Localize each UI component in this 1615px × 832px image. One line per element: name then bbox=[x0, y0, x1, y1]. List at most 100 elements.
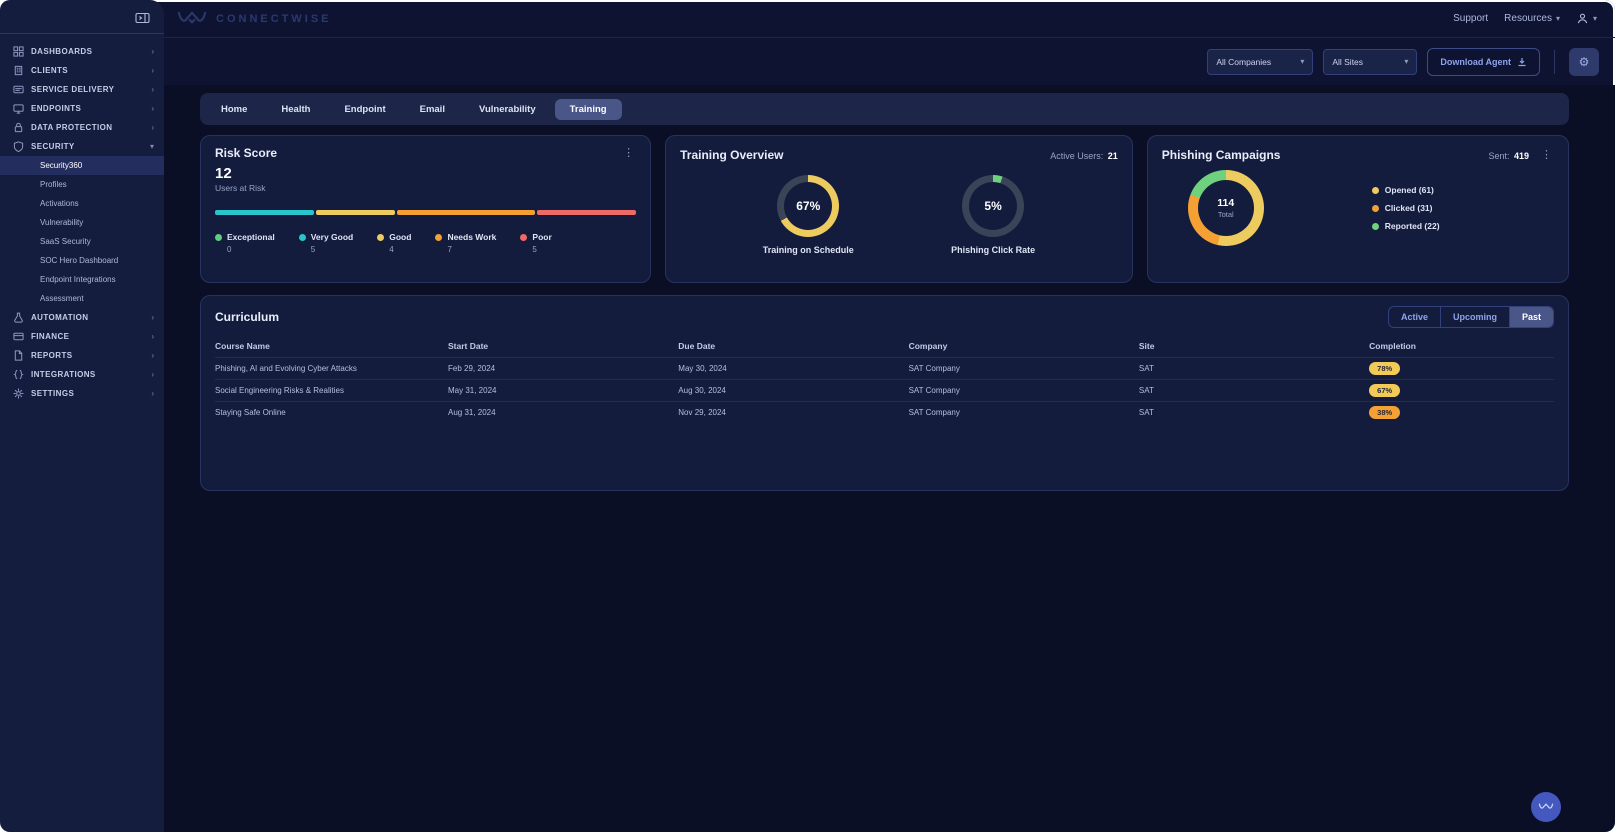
column-header-site: Site bbox=[1139, 336, 1369, 357]
chevron-right-icon: › bbox=[151, 66, 154, 75]
cell-site: SAT bbox=[1139, 408, 1369, 417]
tab-health[interactable]: Health bbox=[266, 99, 325, 120]
collapse-sidebar-icon[interactable] bbox=[135, 12, 150, 24]
endpoints-icon bbox=[13, 103, 24, 114]
sidebar-item-dashboards[interactable]: DASHBOARDS› bbox=[0, 42, 164, 61]
risk-bar-segment-good bbox=[316, 210, 395, 215]
card-title: Training Overview bbox=[680, 148, 783, 162]
legend-value: 0 bbox=[227, 245, 275, 254]
curriculum-card: Curriculum ActiveUpcomingPast Course Nam… bbox=[200, 295, 1569, 491]
legend-label: Reported (22) bbox=[1385, 221, 1440, 231]
risk-legend-item-good: Good4 bbox=[377, 232, 411, 254]
sidebar-item-integrations[interactable]: INTEGRATIONS› bbox=[0, 365, 164, 384]
clients-icon bbox=[13, 65, 24, 76]
column-header-start-date: Start Date bbox=[448, 336, 678, 357]
resources-menu[interactable]: Resources▾ bbox=[1504, 13, 1560, 24]
filter-button-upcoming[interactable]: Upcoming bbox=[1440, 307, 1509, 327]
sidebar-subitem-soc-hero-dashboard[interactable]: SOC Hero Dashboard bbox=[0, 251, 164, 270]
sidebar-item-automation[interactable]: AUTOMATION› bbox=[0, 308, 164, 327]
sidebar-item-clients[interactable]: CLIENTS › bbox=[0, 61, 164, 80]
sidebar-item-label: SETTINGS bbox=[31, 389, 144, 398]
legend-dot-icon bbox=[1372, 223, 1379, 230]
chat-fab-button[interactable] bbox=[1531, 792, 1561, 822]
sidebar-item-label: SERVICE DELIVERY bbox=[31, 85, 144, 94]
chevron-right-icon: › bbox=[151, 104, 154, 113]
sidebar-subitem-profiles[interactable]: Profiles bbox=[0, 175, 164, 194]
legend-dot-icon bbox=[299, 234, 306, 241]
phishing-campaigns-card: Phishing Campaigns Sent: 419 ⋮ 114 bbox=[1147, 135, 1569, 283]
legend-value: 4 bbox=[389, 245, 411, 254]
donut-label: Training on Schedule bbox=[763, 245, 854, 255]
completion-badge: 38% bbox=[1369, 406, 1400, 419]
app-window: DASHBOARDS›CLIENTS›SERVICE DELIVERY›ENDP… bbox=[0, 0, 1615, 832]
sidebar-item-reports[interactable]: REPORTS› bbox=[0, 346, 164, 365]
cell-completion: 78% bbox=[1369, 362, 1554, 375]
risk-bar bbox=[215, 210, 636, 215]
download-agent-button[interactable]: Download Agent bbox=[1427, 48, 1540, 76]
tab-email[interactable]: Email bbox=[405, 99, 460, 120]
table-row[interactable]: Social Engineering Risks & RealitiesMay … bbox=[215, 379, 1554, 401]
phishing-total-label: Total bbox=[1217, 210, 1234, 219]
completion-badge: 78% bbox=[1369, 362, 1400, 375]
automation-icon bbox=[13, 312, 24, 323]
cell-start: Aug 31, 2024 bbox=[448, 408, 678, 417]
chevron-right-icon: › bbox=[151, 389, 154, 398]
column-header-due-date: Due Date bbox=[678, 336, 908, 357]
chevron-right-icon: › bbox=[151, 370, 154, 379]
legend-dot-icon bbox=[435, 234, 442, 241]
chevron-down-icon: ▾ bbox=[1556, 14, 1560, 23]
kebab-menu-icon[interactable]: ⋮ bbox=[1539, 150, 1554, 161]
dashboards-icon bbox=[13, 46, 24, 57]
reports-icon bbox=[13, 350, 24, 361]
sidebar-item-label: DATA PROTECTION bbox=[31, 123, 144, 132]
sidebar-subitem-security360[interactable]: Security360 bbox=[0, 156, 164, 175]
sidebar-subitem-vulnerability[interactable]: Vulnerability bbox=[0, 213, 164, 232]
sidebar-item-label: CLIENTS bbox=[31, 66, 144, 75]
chevron-down-icon: ▾ bbox=[1593, 14, 1597, 23]
kebab-menu-icon[interactable]: ⋮ bbox=[621, 148, 636, 159]
sidebar-nav: DASHBOARDS›CLIENTS›SERVICE DELIVERY›ENDP… bbox=[0, 42, 164, 403]
filter-button-past[interactable]: Past bbox=[1509, 307, 1553, 327]
sidebar-item-security[interactable]: SECURITY▾ bbox=[0, 137, 164, 156]
phishing-legend-item-clicked: Clicked (31) bbox=[1372, 203, 1440, 213]
sidebar-item-settings[interactable]: SETTINGS › bbox=[0, 384, 164, 403]
tab-training[interactable]: Training bbox=[555, 99, 622, 120]
column-header-completion: Completion bbox=[1369, 336, 1554, 357]
legend-label: Exceptional bbox=[227, 232, 275, 242]
sidebar-item-finance[interactable]: FINANCE› bbox=[0, 327, 164, 346]
chevron-right-icon: › bbox=[151, 47, 154, 56]
chevron-right-icon: › bbox=[151, 351, 154, 360]
sidebar-item-data-protection[interactable]: DATA PROTECTION› bbox=[0, 118, 164, 137]
tab-home[interactable]: Home bbox=[206, 99, 262, 120]
donut-percent: 5% bbox=[984, 199, 1001, 213]
card-title: Risk Score bbox=[215, 146, 277, 160]
filter-button-active[interactable]: Active bbox=[1389, 307, 1440, 327]
sidebar-item-endpoints[interactable]: ENDPOINTS› bbox=[0, 99, 164, 118]
sidebar-divider bbox=[0, 33, 164, 34]
sidebar-subitem-assessment[interactable]: Assessment bbox=[0, 289, 164, 308]
filter-bar: All Companies▾ All Sites▾ Download Agent… bbox=[164, 38, 1615, 85]
sites-dropdown[interactable]: All Sites▾ bbox=[1323, 49, 1417, 75]
curriculum-title: Curriculum bbox=[215, 310, 279, 324]
active-users-label: Active Users: bbox=[1050, 151, 1103, 161]
sidebar-item-service-delivery[interactable]: SERVICE DELIVERY› bbox=[0, 80, 164, 99]
cell-course: Social Engineering Risks & Realities bbox=[215, 386, 448, 395]
tab-endpoint[interactable]: Endpoint bbox=[329, 99, 400, 120]
table-row[interactable]: Staying Safe OnlineAug 31, 2024Nov 29, 2… bbox=[215, 401, 1554, 423]
cell-site: SAT bbox=[1139, 386, 1369, 395]
user-menu[interactable]: ▾ bbox=[1576, 12, 1597, 25]
cell-completion: 67% bbox=[1369, 384, 1554, 397]
table-row[interactable]: Phishing, AI and Evolving Cyber AttacksF… bbox=[215, 357, 1554, 379]
curriculum-table-body: Phishing, AI and Evolving Cyber AttacksF… bbox=[215, 357, 1554, 423]
companies-dropdown[interactable]: All Companies▾ bbox=[1207, 49, 1313, 75]
cell-completion: 38% bbox=[1369, 406, 1554, 419]
chevron-down-icon: ▾ bbox=[1300, 57, 1304, 66]
settings-button[interactable]: ⚙ bbox=[1569, 48, 1599, 76]
sidebar-subitem-endpoint-integrations[interactable]: Endpoint Integrations bbox=[0, 270, 164, 289]
sidebar-subitem-saas-security[interactable]: SaaS Security bbox=[0, 232, 164, 251]
tab-vulnerability[interactable]: Vulnerability bbox=[464, 99, 551, 120]
sidebar-subitem-activations[interactable]: Activations bbox=[0, 194, 164, 213]
users-at-risk-label: Users at Risk bbox=[215, 183, 636, 193]
support-link[interactable]: Support bbox=[1453, 13, 1488, 24]
legend-dot-icon bbox=[1372, 205, 1379, 212]
